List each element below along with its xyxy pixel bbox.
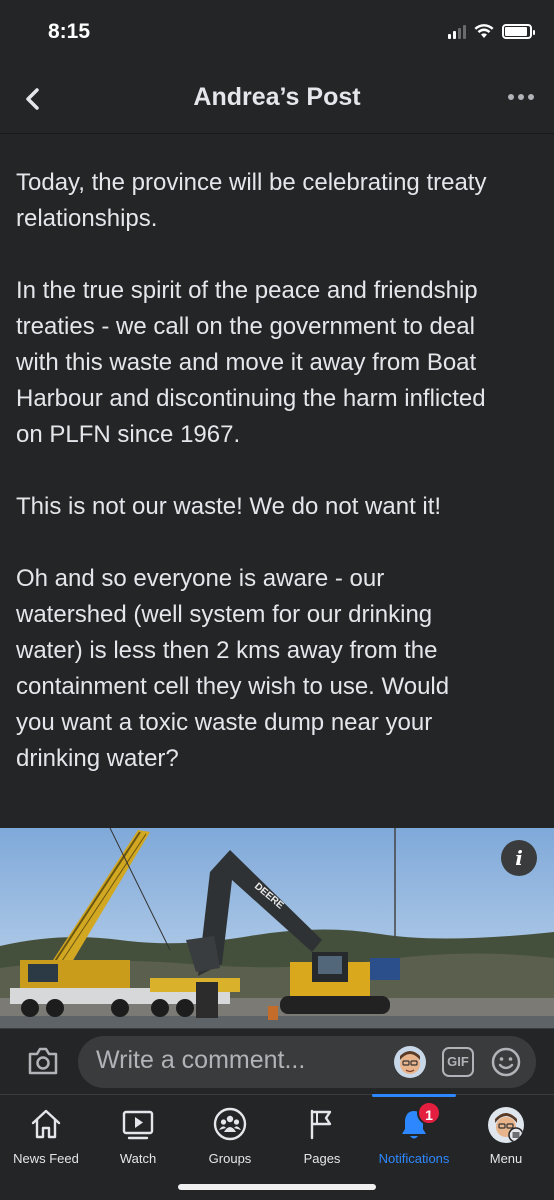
tab-notifications[interactable]: 1 Notifications (368, 1094, 460, 1175)
status-icons (448, 24, 535, 39)
post-paragraph: Oh and so everyone is aware - our waters… (16, 565, 450, 772)
tab-label: Watch (119, 1151, 157, 1166)
tab-label: News Feed (13, 1151, 79, 1166)
status-bar: 8:15 (0, 0, 554, 66)
cellular-signal-icon (448, 24, 466, 39)
bottom-tab-bar: News Feed Watch Groups Pages 1 Notificat… (0, 1094, 554, 1200)
info-icon[interactable]: i (501, 840, 537, 876)
construction-photo: DEERE (0, 828, 554, 1028)
tab-label: Menu (489, 1151, 523, 1166)
home-indicator (178, 1184, 376, 1190)
post-paragraph: This is not our waste! We do not want it… (16, 493, 442, 520)
status-time: 8:15 (48, 20, 91, 43)
tab-groups[interactable]: Groups (184, 1095, 276, 1175)
page-title: Andrea’s Post (193, 83, 361, 111)
watch-icon (122, 1110, 154, 1140)
tab-news-feed[interactable]: News Feed (0, 1095, 92, 1175)
menu-avatar-icon (488, 1107, 524, 1143)
home-icon (31, 1109, 61, 1139)
gif-icon[interactable]: GIF (442, 1047, 474, 1077)
notification-badge: 1 (417, 1101, 441, 1125)
tab-label: Pages (303, 1151, 341, 1166)
post-paragraph: Today, the province will be celebrating … (16, 169, 487, 232)
post-paragraph: In the true spirit of the peace and frie… (16, 277, 486, 448)
tab-label: Notifications (378, 1151, 450, 1166)
post-photo[interactable]: DEERE i (0, 828, 554, 1028)
post-text: Today, the province will be celebrating … (16, 165, 542, 813)
avatar-sticker-icon[interactable] (394, 1046, 426, 1078)
post-header: Andrea’s Post (0, 66, 554, 134)
tab-pages[interactable]: Pages (276, 1095, 368, 1175)
emoji-icon[interactable] (490, 1046, 522, 1078)
tab-watch[interactable]: Watch (92, 1095, 184, 1175)
post-body: Today, the province will be celebrating … (0, 134, 554, 828)
tab-menu[interactable]: Menu (460, 1095, 552, 1175)
wifi-icon (474, 24, 494, 38)
flag-icon (310, 1109, 332, 1140)
battery-icon (502, 24, 535, 39)
camera-icon[interactable] (26, 1046, 60, 1076)
tab-label: Groups (208, 1151, 252, 1166)
groups-icon (213, 1107, 247, 1141)
comment-placeholder: Write a comment... (96, 1046, 306, 1074)
comment-bar: Write a comment... GIF (0, 1028, 554, 1094)
ellipsis-icon[interactable] (508, 94, 534, 100)
